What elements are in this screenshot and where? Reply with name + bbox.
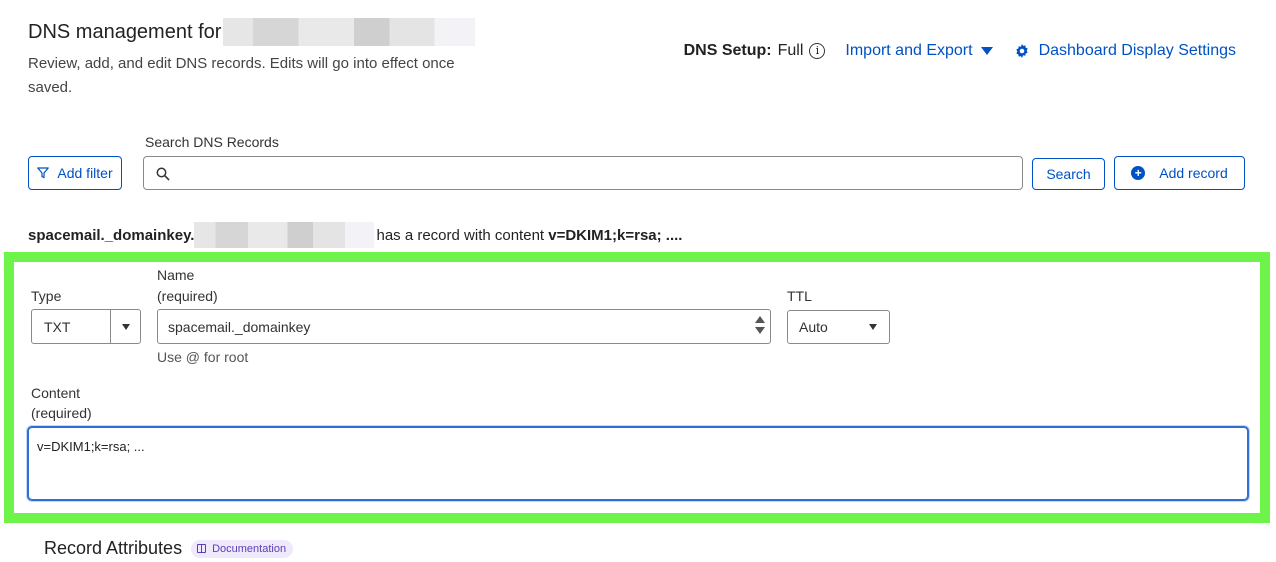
add-filter-label: Add filter (57, 165, 113, 181)
dns-setup-status: DNS Setup: Full i (684, 42, 826, 60)
type-select[interactable]: TXT (31, 309, 141, 344)
add-filter-button[interactable]: Add filter (28, 156, 122, 190)
page-subtitle: Review, add, and edit DNS records. Edits… (28, 55, 455, 96)
page-title: DNS management for (28, 18, 476, 46)
name-help-text: Use @ for root (157, 349, 249, 365)
add-record-button[interactable]: + Add record (1114, 156, 1245, 190)
name-input[interactable]: spacemail._domainkey (157, 309, 771, 344)
record-name: spacemail._domainkey. (28, 226, 195, 244)
caret-down-icon (980, 47, 993, 55)
add-record-label: Add record (1159, 165, 1228, 181)
search-button[interactable]: Search (1032, 158, 1105, 190)
content-required-label: (required) (31, 405, 92, 421)
import-export-dropdown[interactable]: Import and Export (845, 42, 993, 60)
spin-down-icon (755, 327, 765, 334)
record-summary: spacemail._domainkey. has a record with … (28, 222, 682, 248)
name-input-value: spacemail._domainkey (168, 318, 311, 335)
page-title-text: DNS management for (28, 20, 222, 43)
dashboard-display-settings-link[interactable]: Dashboard Display Settings (993, 42, 1236, 60)
redacted-domain (223, 18, 476, 46)
record-summary-text: has a record with content (376, 226, 545, 244)
dashboard-settings-label: Dashboard Display Settings (1038, 42, 1236, 59)
ttl-select[interactable]: Auto (787, 310, 890, 344)
select-divider (110, 310, 111, 343)
redacted-domain (194, 222, 375, 248)
documentation-label: Documentation (212, 542, 287, 555)
record-attributes-title: Record Attributes (44, 538, 183, 558)
dns-setup-label: DNS Setup: (683, 42, 772, 59)
spinner-icon[interactable] (755, 316, 765, 338)
edit-record-form: Type TXT Name (required) spacemail._doma… (4, 252, 1270, 523)
ttl-label: TTL (787, 288, 812, 304)
gear-icon (1015, 44, 1028, 58)
import-export-label: Import and Export (845, 42, 973, 59)
search-dns-records-label: Search DNS Records (145, 134, 279, 150)
record-content-preview: v=DKIM1;k=rsa; .... (548, 226, 683, 244)
ttl-select-value: Auto (799, 319, 828, 335)
plus-circle-icon: + (1131, 166, 1146, 180)
chevron-down-icon (869, 324, 877, 330)
dns-setup-value: Full (777, 42, 804, 59)
content-textarea[interactable]: v=DKIM1;k=rsa; ... (27, 426, 1249, 501)
record-attributes-heading: Record Attributes Documentation (44, 538, 294, 559)
documentation-link[interactable]: Documentation (191, 539, 294, 558)
search-box (143, 156, 1023, 190)
type-select-value: TXT (44, 318, 71, 335)
chevron-down-icon (122, 323, 130, 330)
search-icon (156, 167, 170, 181)
filter-icon (37, 167, 50, 179)
name-label: Name (157, 267, 195, 283)
info-icon[interactable]: i (809, 43, 826, 59)
spin-up-icon (755, 316, 765, 323)
type-label: Type (31, 288, 62, 304)
book-icon (197, 544, 207, 553)
search-input[interactable] (178, 161, 1008, 185)
content-label: Content (31, 385, 81, 401)
header-actions: DNS Setup: Full i Import and Export Dash… (684, 42, 1236, 60)
name-required-label: (required) (157, 288, 218, 304)
